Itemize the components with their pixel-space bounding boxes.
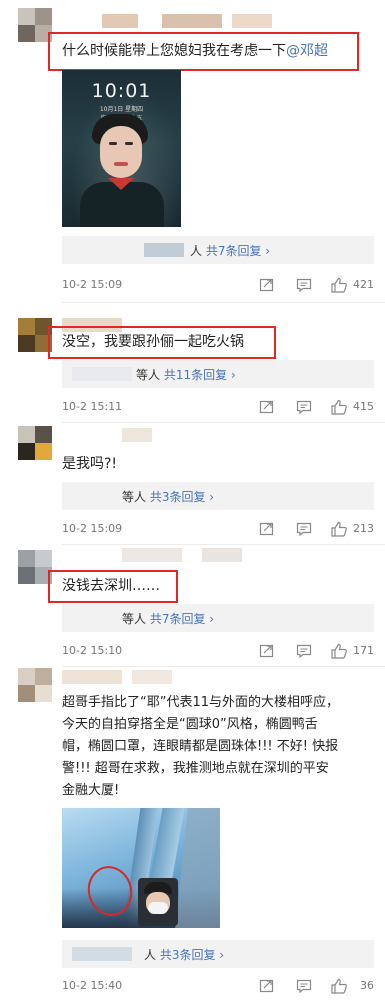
share-icon[interactable] xyxy=(258,520,276,538)
comment-date: 10-2 15:11 xyxy=(62,400,123,413)
comment-date: 10-2 15:09 xyxy=(62,278,123,291)
comment-line: 警!!! 超哥在求救，我推测地点就在深圳的平安 xyxy=(62,761,329,776)
replies-label: 人 共7条回复 › xyxy=(190,244,271,258)
share-icon[interactable] xyxy=(258,398,276,416)
username-blurred[interactable] xyxy=(62,548,302,562)
replies-label: 等人 共7条回复 › xyxy=(122,612,215,626)
lockscreen-date: 10月1日 星期四 xyxy=(99,106,144,113)
photo-mask xyxy=(148,902,168,914)
comment-date: 10-2 15:40 xyxy=(62,979,123,992)
username-blurred[interactable] xyxy=(62,14,302,28)
comment-meta: 10-2 15:09 421 xyxy=(62,276,374,294)
divider xyxy=(62,666,385,667)
comment-line: 帽，椭圆口罩，连眼睛都是圆珠体!!! 不好! 快报 xyxy=(62,739,339,754)
attached-photo[interactable] xyxy=(62,808,220,928)
comment-meta: 10-2 15:09 213 xyxy=(62,520,374,538)
username-blurred[interactable] xyxy=(62,428,262,442)
like-icon[interactable] xyxy=(330,520,348,538)
comment-icon[interactable] xyxy=(295,642,313,660)
like-icon[interactable] xyxy=(330,398,348,416)
comment-date: 10-2 15:10 xyxy=(62,644,123,657)
share-icon[interactable] xyxy=(258,276,276,294)
like-count: 36 xyxy=(360,979,374,992)
comment-line: 金融大厦! xyxy=(62,783,120,798)
lockscreen-time: 10:01 xyxy=(91,80,152,102)
share-icon[interactable] xyxy=(258,642,276,660)
comment-icon[interactable] xyxy=(295,398,313,416)
username-blurred[interactable] xyxy=(62,670,262,684)
comment-line: 今天的自拍穿搭全是“圆球0”风格，椭圆鸭舌 xyxy=(62,717,318,732)
comment-meta: 10-2 15:40 36 xyxy=(62,977,374,995)
comment-text: 是我吗?! xyxy=(62,456,118,472)
mention-link[interactable]: @邓超 xyxy=(286,43,328,59)
reply-user-blurred xyxy=(72,367,132,381)
avatar[interactable] xyxy=(18,550,52,584)
avatar[interactable] xyxy=(18,426,52,460)
comment-text: 没钱去深圳…… xyxy=(62,578,160,594)
replies-expander[interactable]: 等人 共7条回复 › xyxy=(62,604,374,632)
divider xyxy=(62,422,385,423)
like-count: 415 xyxy=(353,400,374,413)
like-icon[interactable] xyxy=(330,642,348,660)
divider xyxy=(62,544,385,545)
replies-expander[interactable]: 人 共3条回复 › xyxy=(62,940,374,968)
comment-icon[interactable] xyxy=(295,276,313,294)
attached-photo[interactable]: 10:01 10月1日 星期四 庚子年八月十五 xyxy=(62,70,181,227)
comment-text: 没空，我要跟孙俪一起吃火锅 xyxy=(62,334,244,350)
comment-icon[interactable] xyxy=(295,520,313,538)
comment-date: 10-2 15:09 xyxy=(62,522,123,535)
photo-face xyxy=(100,126,142,178)
divider xyxy=(62,302,385,303)
like-icon[interactable] xyxy=(330,276,348,294)
replies-expander[interactable]: 人 共7条回复 › xyxy=(62,236,374,264)
like-icon[interactable] xyxy=(330,977,348,995)
replies-label: 等人 共11条回复 › xyxy=(136,368,236,382)
photo-eye xyxy=(109,142,117,145)
replies-label: 等人 共3条回复 › xyxy=(122,490,215,504)
photo-mouth xyxy=(114,162,128,166)
like-count: 213 xyxy=(353,522,374,535)
avatar[interactable] xyxy=(18,318,52,352)
avatar[interactable] xyxy=(18,8,52,42)
share-icon[interactable] xyxy=(258,977,276,995)
replies-label: 人 共3条回复 › xyxy=(144,948,225,962)
comment-line: 超哥手指比了“耶”代表11与外面的大楼相呼应， xyxy=(62,695,340,710)
reply-user-blurred xyxy=(72,947,132,961)
comment-text: 什么时候能带上您媳妇我在考虑一下@邓超 xyxy=(62,43,328,59)
comment-meta: 10-2 15:10 171 xyxy=(62,642,374,660)
reply-user-blurred xyxy=(144,243,184,257)
replies-expander[interactable]: 等人 共11条回复 › xyxy=(62,360,374,388)
photo-frame xyxy=(175,808,220,928)
avatar[interactable] xyxy=(18,668,52,702)
replies-expander[interactable]: 等人 共3条回复 › xyxy=(62,482,374,510)
comment-meta: 10-2 15:11 415 xyxy=(62,398,374,416)
comment-text: 超哥手指比了“耶”代表11与外面的大楼相呼应， 今天的自拍穿搭全是“圆球0”风格… xyxy=(62,692,339,802)
photo-eye xyxy=(125,142,133,145)
comment-icon[interactable] xyxy=(295,977,313,995)
like-count: 171 xyxy=(353,644,374,657)
like-count: 421 xyxy=(353,278,374,291)
